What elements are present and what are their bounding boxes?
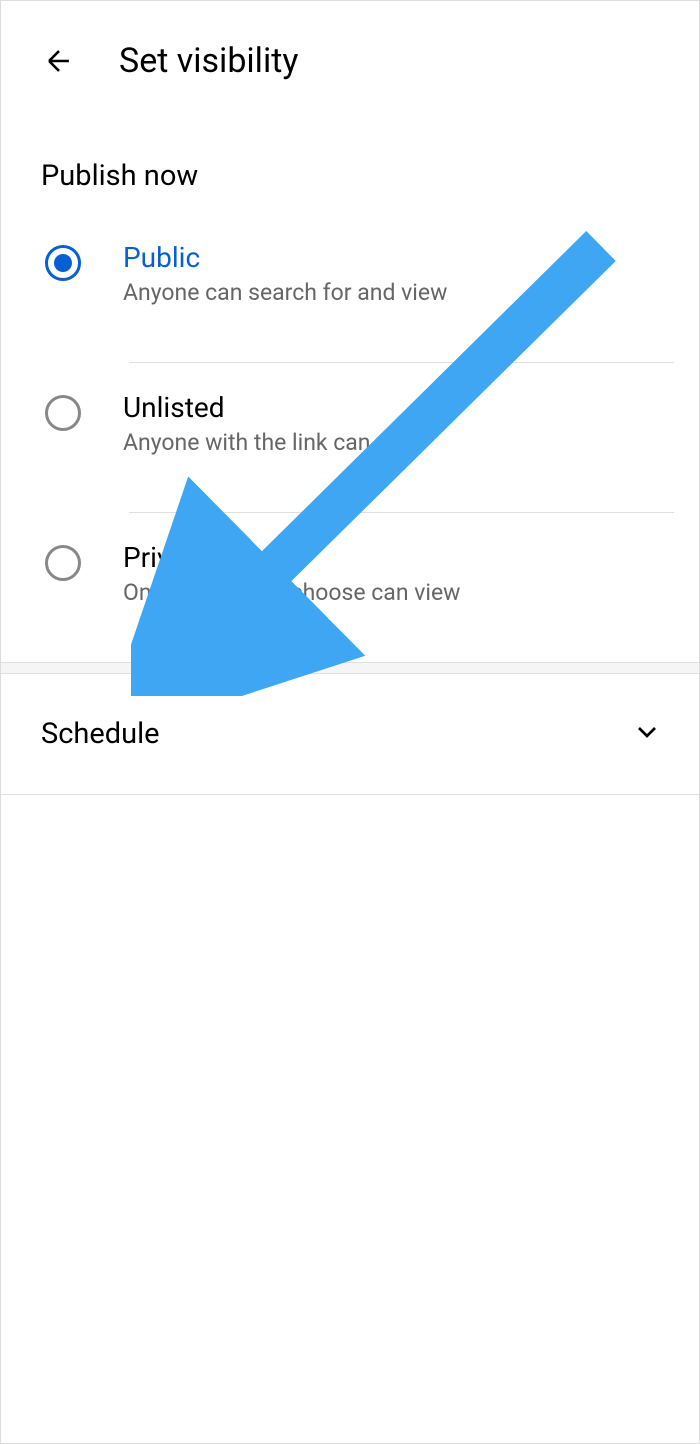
- radio-public[interactable]: [45, 245, 81, 281]
- option-public[interactable]: Public Anyone can search for and view: [1, 213, 699, 362]
- visibility-options: Public Anyone can search for and view Un…: [1, 213, 699, 662]
- option-desc-unlisted: Anyone with the link can view: [123, 429, 659, 456]
- section-gap: [1, 662, 699, 674]
- header: Set visibility: [1, 11, 699, 111]
- radio-dot-icon: [54, 254, 72, 272]
- status-bar: [1, 1, 699, 11]
- option-private[interactable]: Private Only people you choose can view: [1, 513, 699, 662]
- option-label-public: Public: [123, 241, 659, 274]
- back-button[interactable]: [41, 43, 77, 79]
- radio-private[interactable]: [45, 545, 81, 581]
- publish-section-title: Publish now: [1, 111, 699, 213]
- option-label-unlisted: Unlisted: [123, 391, 659, 424]
- option-label-private: Private: [123, 541, 659, 574]
- option-desc-public: Anyone can search for and view: [123, 279, 659, 306]
- page-title: Set visibility: [119, 41, 298, 81]
- schedule-row[interactable]: Schedule: [1, 674, 699, 795]
- arrow-left-icon: [42, 44, 76, 78]
- option-desc-private: Only people you choose can view: [123, 579, 659, 606]
- schedule-label: Schedule: [41, 717, 160, 751]
- radio-unlisted[interactable]: [45, 395, 81, 431]
- chevron-down-icon: [631, 716, 663, 752]
- option-unlisted[interactable]: Unlisted Anyone with the link can view: [1, 363, 699, 512]
